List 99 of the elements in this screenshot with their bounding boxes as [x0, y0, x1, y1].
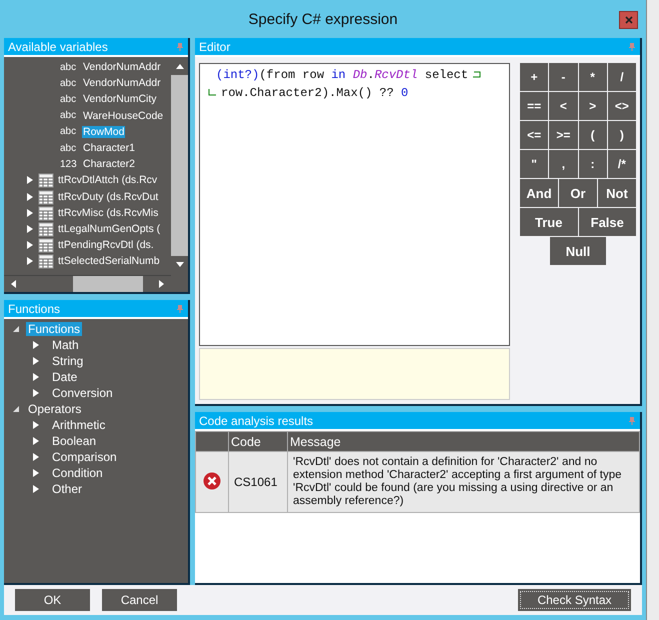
table-icon [38, 220, 54, 237]
tree-item[interactable]: Condition [50, 466, 105, 480]
variable-item[interactable]: ttLegalNumGenOpts ( [57, 222, 162, 235]
ok-button[interactable]: OK [15, 589, 90, 611]
panel-title: Functions [8, 302, 60, 316]
window-title: Specify C# expression [248, 10, 398, 28]
tree-item[interactable]: Arithmetic [50, 418, 108, 432]
close-icon [624, 16, 632, 24]
panel-title: Editor [199, 40, 230, 54]
operator-button[interactable]: True [520, 208, 578, 236]
operator-button[interactable]: ( [578, 121, 607, 149]
tree-item[interactable]: Comparison [50, 450, 119, 464]
expand-arrow-icon[interactable] [32, 356, 40, 366]
operator-button[interactable]: < [549, 92, 578, 120]
operator-button[interactable]: False [578, 208, 636, 236]
variable-item[interactable]: WareHouseCode [82, 110, 164, 122]
type-label: abc [60, 110, 78, 122]
collapse-arrow-icon[interactable] [12, 404, 20, 414]
expand-arrow-icon[interactable] [26, 224, 34, 234]
expand-arrow-icon[interactable] [32, 436, 40, 446]
variable-item[interactable]: VendorNumAddr [82, 61, 162, 74]
check-syntax-button[interactable]: Check Syntax [518, 589, 631, 611]
code-line: row.Character2).Max() ?? 0 [221, 86, 408, 100]
expand-arrow-icon[interactable] [32, 484, 40, 494]
horizontal-scrollbar[interactable] [4, 275, 171, 292]
operator-button[interactable]: ) [608, 121, 636, 149]
operator-button[interactable]: * [578, 63, 607, 91]
operator-button[interactable]: > [578, 92, 607, 120]
table-icon [38, 188, 54, 205]
table-cell: CS1061 [228, 452, 288, 512]
code-line: (int?)(from row in Db.RcvDtl select [216, 68, 468, 82]
line-continuation-icon [208, 88, 217, 98]
expand-arrow-icon[interactable] [32, 420, 40, 430]
operator-button[interactable]: Null [550, 237, 606, 265]
collapse-arrow-icon[interactable] [12, 324, 20, 334]
tree-item[interactable]: Boolean [50, 434, 98, 448]
expand-arrow-icon[interactable] [26, 208, 34, 218]
column-header[interactable]: Code [228, 432, 288, 452]
tree-item[interactable]: Other [50, 482, 84, 496]
operator-button[interactable]: + [520, 63, 548, 91]
expand-arrow-icon[interactable] [32, 468, 40, 478]
variable-item[interactable]: VendorNumCity [82, 93, 158, 106]
operator-button[interactable]: / [608, 63, 636, 91]
operator-button[interactable]: And [520, 179, 558, 207]
tree-item[interactable]: Operators [26, 402, 84, 416]
operator-button[interactable]: , [549, 150, 578, 178]
type-label: 123 [60, 158, 78, 170]
operator-button[interactable]: /* [608, 150, 636, 178]
type-label: abc [60, 78, 78, 89]
code-editor[interactable]: (int?)(from row in Db.RcvDtl select row.Character2).Max() ?? 0 [199, 63, 510, 346]
variable-item[interactable]: ttRcvDuty (ds.RcvDut [57, 190, 160, 203]
operator-button[interactable]: " [520, 150, 548, 178]
variable-item[interactable]: Character2 [82, 158, 136, 170]
scroll-up-icon[interactable] [176, 63, 184, 69]
expand-arrow-icon[interactable] [26, 256, 34, 266]
panel-title: Code analysis results [199, 414, 314, 428]
operator-button[interactable]: : [578, 150, 607, 178]
variable-item[interactable]: ttRcvMisc (ds.RcvMis [57, 206, 160, 219]
type-label: abc [60, 62, 78, 73]
expand-arrow-icon[interactable] [26, 192, 34, 202]
cancel-button[interactable]: Cancel [102, 589, 177, 611]
operator-button[interactable]: <> [608, 92, 636, 120]
column-header[interactable]: Message [288, 432, 640, 452]
expand-arrow-icon[interactable] [32, 372, 40, 382]
operator-button[interactable]: Not [598, 179, 636, 207]
operator-button[interactable]: == [520, 92, 548, 120]
table-icon [38, 172, 54, 188]
expand-arrow-icon[interactable] [32, 452, 40, 462]
operator-button[interactable]: - [549, 63, 578, 91]
expand-arrow-icon[interactable] [26, 240, 34, 250]
expand-arrow-icon[interactable] [32, 340, 40, 350]
scroll-right-icon[interactable] [159, 280, 165, 288]
tree-item[interactable]: Math [50, 338, 81, 352]
close-button[interactable] [619, 11, 638, 29]
variable-item[interactable]: ttSelectedSerialNumb [57, 255, 161, 268]
table-icon [38, 204, 54, 221]
operator-button[interactable]: >= [549, 121, 578, 149]
type-label: abc [60, 142, 78, 154]
type-label: abc [60, 126, 78, 138]
type-label: abc [60, 94, 78, 105]
table-icon [38, 253, 54, 270]
variable-item[interactable]: ttRcvDtlAttch (ds.Rcv [57, 174, 158, 186]
operator-button[interactable]: <= [520, 121, 548, 149]
operator-button[interactable]: Or [559, 179, 597, 207]
tree-item[interactable]: String [50, 354, 86, 368]
error-icon [203, 472, 221, 490]
expand-arrow-icon[interactable] [26, 175, 34, 186]
tree-item[interactable]: Date [50, 370, 80, 384]
variable-item[interactable]: ttPendingRcvDtl (ds. [57, 239, 155, 252]
table-icon [38, 237, 54, 254]
variable-item[interactable]: Character1 [82, 142, 136, 154]
table-cell: 'RcvDtl' does not contain a definition for 'Character2' and no extension method 'Character2' accepting a first argument of type 'RcvDtl' could be found (are you missing a using directive or an assembly reference?) [288, 452, 640, 512]
expand-arrow-icon[interactable] [32, 388, 40, 398]
scroll-down-icon[interactable] [176, 262, 184, 268]
scroll-left-icon[interactable] [10, 280, 16, 288]
line-wrap-icon [472, 70, 482, 80]
panel-title: Available variables [8, 40, 108, 54]
variable-item[interactable]: VendorNumAddr [82, 77, 162, 90]
tree-item[interactable]: Conversion [50, 386, 115, 400]
